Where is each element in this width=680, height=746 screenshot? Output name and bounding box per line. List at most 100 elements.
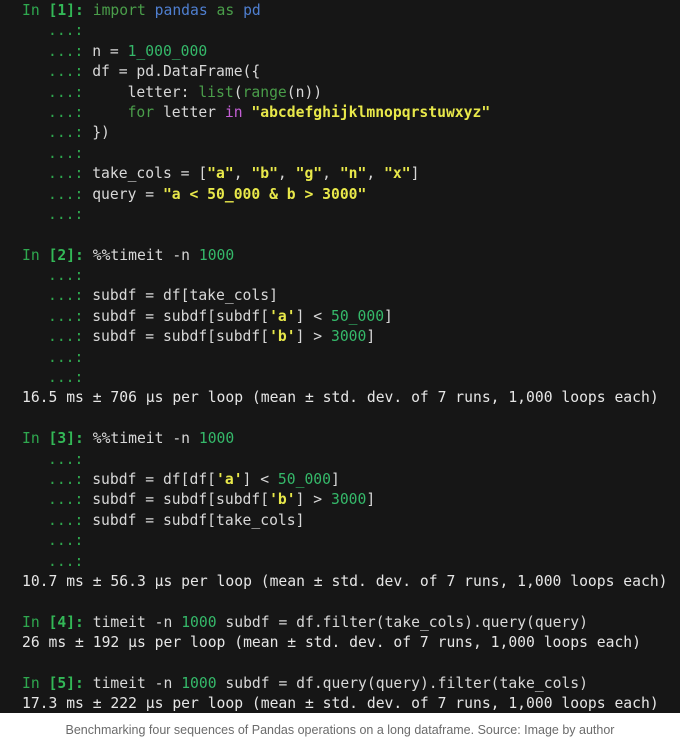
alias-pd: pd [234,2,261,19]
timeit-result: 16.5 ms ± 706 µs per loop (mean ± std. d… [22,389,659,407]
code-token: subdf = subdf[take_cols] [83,511,305,529]
code-token: ] > [295,491,331,509]
code-token: ] [410,165,420,183]
continuation-prompt: ...: [48,42,84,60]
code-token: query = [83,185,163,203]
code-token: }) [83,124,110,142]
builtin-list: list [198,83,234,101]
output-line-3: 10.7 ms ± 56.3 µs per loop (mean ± std. … [0,572,680,592]
code-line-close-dict: ...: }) [0,123,680,143]
continuation-line: ...: [0,21,680,41]
number-literal: 3000 [330,491,367,509]
code-token: , [233,165,252,183]
code-token: subdf = df.query(query).filter(take_cols… [216,674,588,692]
number-literal: 3000 [330,328,367,346]
keyword-import: import [83,2,146,19]
continuation-prompt: ...: [48,369,84,387]
string-alphabet: "abcdefghijklmnopqrstuwxyz" [242,103,491,121]
continuation-line: ...: [0,552,680,572]
builtin-range: range [242,83,287,101]
string-col-b: 'b' [269,491,296,509]
continuation-prompt: ...: [48,450,84,468]
string-col-n: "n" [339,165,367,183]
module-pandas: pandas [145,2,208,19]
prompt-number: [5]: [39,674,84,692]
continuation-line: ...: [0,144,680,164]
cell-spacer [0,592,680,612]
prompt-number: [2]: [39,246,84,264]
cell-spacer [0,654,680,674]
continuation-prompt: ...: [48,144,84,162]
continuation-prompt: ...: [48,287,84,305]
code-line-n-assign: ...: n = 1_000_000 [0,42,680,62]
timeit-result: 10.7 ms ± 56.3 µs per loop (mean ± std. … [22,572,668,590]
continuation-prompt: ...: [48,124,84,142]
prompt-in-label: In [22,674,40,692]
code-line-subdf-filter-a: ...: subdf = subdf[subdf['a'] < 50_000] [0,307,680,327]
continuation-line: ...: [0,266,680,286]
number-literal: 50_000 [330,307,385,325]
continuation-line: ...: [0,348,680,368]
string-col-a: 'a' [216,470,243,488]
code-token: subdf = subdf[subdf[ [83,491,270,509]
code-token: ] [384,307,393,325]
output-line-4: 26 ms ± 192 µs per loop (mean ± std. dev… [0,633,680,653]
figure-caption: Benchmarking four sequences of Pandas op… [65,722,615,737]
code-line-subdf-filter-b: ...: subdf = subdf[subdf['b'] > 3000] [0,327,680,347]
code-line-letter-list: ...: letter: list(range(n)) [0,83,680,103]
code-token: ] [366,328,376,346]
continuation-line: ...: [0,450,680,470]
continuation-prompt: ...: [48,328,84,346]
continuation-prompt: ...: [48,103,84,121]
code-token: letter: [83,83,199,101]
number-literal: 1000 [198,430,235,448]
continuation-prompt: ...: [48,83,84,101]
continuation-prompt: ...: [48,22,84,40]
code-token: (n)) [286,83,323,101]
continuation-line: ...: [0,531,680,551]
code-line-subdf-filter-b: ...: subdf = subdf[subdf['b'] > 3000] [0,490,680,510]
keyword-as: as [207,2,235,19]
continuation-prompt: ...: [48,185,84,203]
code-token: subdf = subdf[subdf[ [83,328,270,346]
code-line-in-1: In [1]: import pandas as pd [0,0,680,21]
code-token: ] [330,470,340,488]
continuation-prompt: ...: [48,491,84,509]
code-token: subdf = df[df[ [83,470,217,488]
continuation-prompt: ...: [48,63,84,81]
number-literal: 1_000_000 [127,42,208,60]
code-line-df-filter-a: ...: subdf = df[df['a'] < 50_000] [0,470,680,490]
prompt-number: [1]: [39,2,84,19]
code-token: ( [233,83,243,101]
continuation-prompt: ...: [48,532,84,550]
code-token: subdf = df[take_cols] [83,287,278,305]
continuation-prompt: ...: [48,511,84,529]
cell-spacer [0,225,680,245]
code-line-in-5: In [5]: timeit -n 1000 subdf = df.query(… [0,674,680,694]
output-line-5: 17.3 ms ± 222 µs per loop (mean ± std. d… [0,694,680,713]
output-line-2: 16.5 ms ± 706 µs per loop (mean ± std. d… [0,388,680,408]
number-literal: 1000 [181,613,217,631]
code-token: take_cols = [ [83,165,208,183]
code-line-in-4: In [4]: timeit -n 1000 subdf = df.filter… [0,613,680,633]
prompt-number: [3]: [39,430,84,448]
ipython-console: In [1]: import pandas as pd ...: ...: n … [0,0,680,713]
code-token: ] > [295,328,331,346]
timeit-result: 17.3 ms ± 222 µs per loop (mean ± std. d… [22,695,659,713]
continuation-prompt: ...: [48,165,84,183]
keyword-for: for [83,103,155,121]
continuation-line: ...: [0,368,680,388]
prompt-in-label: In [22,246,40,264]
code-token: ] [366,491,376,509]
code-line-subdf-take-cols: ...: subdf = subdf[take_cols] [0,511,680,531]
continuation-line: ...: [0,205,680,225]
continuation-prompt: ...: [48,267,84,285]
string-col-g: "g" [295,165,323,183]
prompt-number: [4]: [39,613,84,631]
prompt-in-label: In [22,2,40,19]
code-line-for-letter: ...: for letter in "abcdefghijklmnopqrst… [0,103,680,123]
continuation-prompt: ...: [48,307,84,325]
magic-timeit: %%timeit -n [83,246,199,264]
number-literal: 1000 [198,246,235,264]
code-line-take-cols: ...: take_cols = ["a", "b", "g", "n", "x… [0,164,680,184]
